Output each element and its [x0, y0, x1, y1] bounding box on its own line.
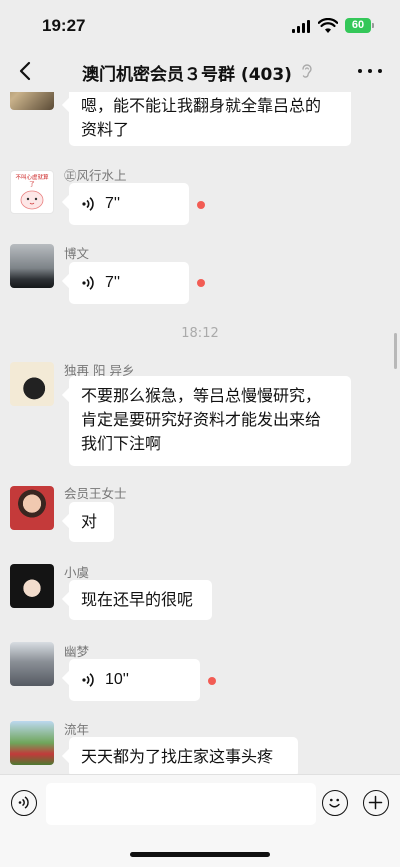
- status-time: 19:27: [42, 16, 86, 35]
- text-bubble[interactable]: 天天都为了找庄家这事头疼: [69, 737, 298, 774]
- time-separator: 18:12: [181, 326, 219, 341]
- signal-icon: [292, 20, 312, 33]
- voice-wave-icon: [82, 276, 94, 290]
- voice-wave-icon: [18, 796, 29, 809]
- text-bubble[interactable]: 不要那么猴急，等吕总慢慢研究， 肯定是要研究好资料才能发出来给 我们下注啊: [69, 376, 351, 466]
- message-text: 对: [81, 512, 98, 531]
- message-text: 现在还早的很呢: [81, 590, 194, 609]
- battery-tip: [372, 23, 374, 28]
- unread-dot: [208, 677, 216, 685]
- chat-title: 澳门机密会员３号群 (403): [82, 65, 292, 85]
- message-text: 天天都为了找庄家这事头疼: [81, 747, 274, 766]
- avatar-caption: 不叫心虚就算了: [15, 175, 49, 188]
- chat-message-list[interactable]: 嗯，能不能让我翻身就全靠吕总的 资料了 不叫心虚就算了 ㊣风行水上 7'' 博文: [0, 92, 400, 774]
- voice-wave-icon: [82, 197, 94, 211]
- emoji-icon[interactable]: [322, 790, 348, 816]
- text-bubble[interactable]: 现在还早的很呢: [69, 580, 212, 620]
- avatar[interactable]: [10, 721, 54, 765]
- voice-duration: 10'': [105, 671, 129, 688]
- more-dots-icon[interactable]: [358, 69, 382, 75]
- voice-input-icon[interactable]: [11, 790, 37, 816]
- home-indicator: [130, 852, 270, 857]
- avatar[interactable]: [10, 486, 54, 530]
- unread-dot: [197, 201, 205, 209]
- avatar[interactable]: [10, 362, 54, 406]
- sender-name: 小虞: [64, 565, 90, 580]
- sender-name: 博文: [64, 246, 90, 261]
- status-bar: 19:27 60: [0, 0, 400, 50]
- wifi-icon: [318, 18, 338, 33]
- plus-glyph-icon: [368, 795, 383, 810]
- sender-name: ㊣风行水上: [64, 168, 127, 183]
- avatar[interactable]: [10, 564, 54, 608]
- sender-name: 幽梦: [64, 644, 90, 659]
- message-input[interactable]: [46, 783, 316, 825]
- message-text: 不要那么猴急，等吕总慢慢研究， 肯定是要研究好资料才能发出来给 我们下注啊: [81, 386, 322, 453]
- plus-icon[interactable]: [363, 790, 389, 816]
- sender-name: 流年: [64, 722, 90, 737]
- voice-bubble[interactable]: 7'': [69, 262, 189, 304]
- battery-icon: 60: [345, 18, 371, 33]
- voice-duration: 7'': [105, 195, 121, 212]
- chevron-left-icon[interactable]: [14, 59, 38, 83]
- ear-icon: [302, 64, 312, 78]
- text-bubble[interactable]: 嗯，能不能让我翻身就全靠吕总的 资料了: [69, 92, 351, 146]
- avatar[interactable]: [10, 642, 54, 686]
- sender-name: 会员王女士: [64, 486, 127, 501]
- voice-bubble[interactable]: 10'': [69, 659, 200, 701]
- voice-wave-icon: [82, 673, 94, 687]
- voice-bubble[interactable]: 7'': [69, 183, 189, 225]
- avatar[interactable]: [10, 92, 54, 110]
- nav-bar: 澳门机密会员３号群 (403): [0, 50, 400, 92]
- emoji-face-icon: [329, 798, 340, 808]
- unread-dot: [197, 279, 205, 287]
- scrollbar[interactable]: [394, 333, 397, 369]
- avatar[interactable]: [10, 244, 54, 288]
- message-text: 嗯，能不能让我翻身就全靠吕总的 资料了: [81, 96, 322, 139]
- avatar[interactable]: 不叫心虚就算了: [10, 170, 54, 214]
- voice-duration: 7'': [105, 274, 121, 291]
- text-bubble[interactable]: 对: [69, 502, 114, 542]
